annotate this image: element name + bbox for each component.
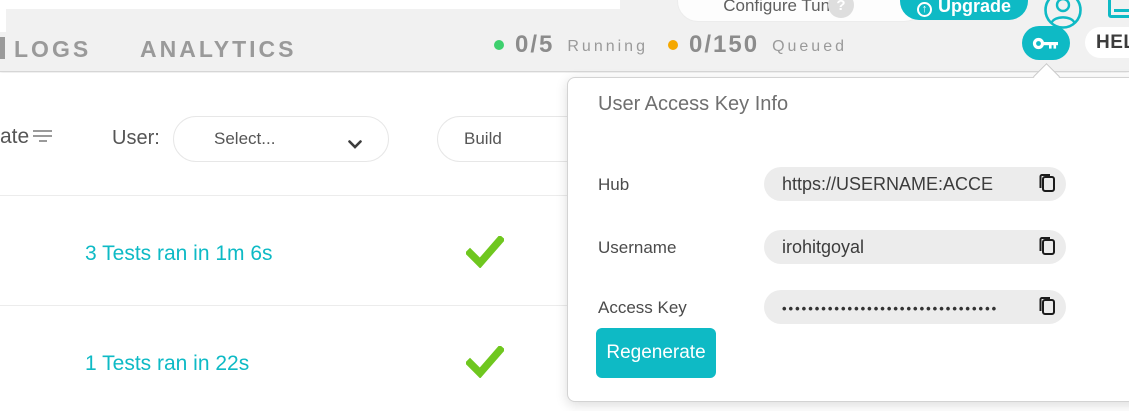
user-select-dropdown[interactable]: Select... (173, 116, 389, 162)
copy-icon[interactable] (1036, 173, 1058, 195)
left-white-strip (0, 0, 6, 32)
test-run-link[interactable]: 3 Tests ran in 1m 6s (85, 242, 273, 266)
running-stat: 0/5 Running (494, 31, 648, 59)
user-select-value: Select... (214, 129, 275, 149)
queued-dot-icon (668, 40, 678, 50)
upgrade-arrow-icon: ↑ (917, 2, 932, 17)
username-value: irohitgoyal (782, 237, 864, 258)
help-button[interactable]: HELP (1085, 27, 1129, 58)
monitor-icon[interactable] (1108, 0, 1129, 18)
access-key-field-row: Access Key •••••••••••••••••••••••••••••… (598, 290, 1118, 324)
top-header: LOGS ANALYTICS 0/5 Running 0/150 Queued … (0, 0, 1129, 72)
running-count: 0/5 (515, 31, 554, 59)
access-key-value-field[interactable]: ••••••••••••••••••••••••••••••••• (764, 290, 1066, 324)
upgrade-button[interactable]: ↑ Upgrade (900, 0, 1028, 20)
chevron-down-icon (348, 134, 362, 154)
date-filter-label-fragment: ate (0, 125, 29, 149)
access-key-label: Access Key (598, 298, 687, 318)
user-filter-label: User: (112, 127, 160, 150)
hub-value-field[interactable]: https://USERNAME:ACCE (764, 167, 1066, 201)
app-root: LOGS ANALYTICS 0/5 Running 0/150 Queued … (0, 0, 1129, 411)
access-key-button[interactable] (1022, 26, 1070, 60)
popup-title: User Access Key Info (598, 93, 788, 116)
regenerate-button[interactable]: Regenerate (596, 328, 716, 378)
access-key-popup: User Access Key Info Hub https://USERNAM… (567, 77, 1129, 402)
queued-label: Queued (772, 34, 847, 56)
build-select-value: Build (464, 129, 502, 149)
nav-tab-logs[interactable]: LOGS (14, 36, 91, 63)
passed-check-icon (466, 346, 504, 383)
top-left-white-strip (0, 0, 620, 9)
test-run-link[interactable]: 1 Tests ran in 22s (85, 352, 249, 376)
hub-label: Hub (598, 175, 629, 195)
access-key-masked-value: ••••••••••••••••••••••••••••••••• (782, 298, 998, 316)
queued-stat: 0/150 Queued (668, 31, 847, 59)
username-field-row: Username irohitgoyal (598, 230, 1118, 264)
key-icon (1032, 36, 1060, 51)
sort-filter-icon[interactable] (33, 130, 53, 142)
running-dot-icon (494, 40, 504, 50)
copy-icon[interactable] (1036, 236, 1058, 258)
running-label: Running (567, 34, 648, 56)
username-label: Username (598, 238, 676, 258)
copy-icon[interactable] (1036, 296, 1058, 318)
passed-check-icon (466, 236, 504, 273)
nav-tab-analytics[interactable]: ANALYTICS (140, 36, 297, 63)
configure-tunnel-button[interactable]: Configure Tunnel (677, 0, 925, 22)
nav-item-cut-fragment (0, 37, 5, 59)
hub-value: https://USERNAME:ACCE (782, 174, 993, 195)
upgrade-label: Upgrade (938, 0, 1011, 17)
username-value-field[interactable]: irohitgoyal (764, 230, 1066, 264)
queued-count: 0/150 (689, 31, 759, 59)
hub-field-row: Hub https://USERNAME:ACCE (598, 167, 1118, 201)
